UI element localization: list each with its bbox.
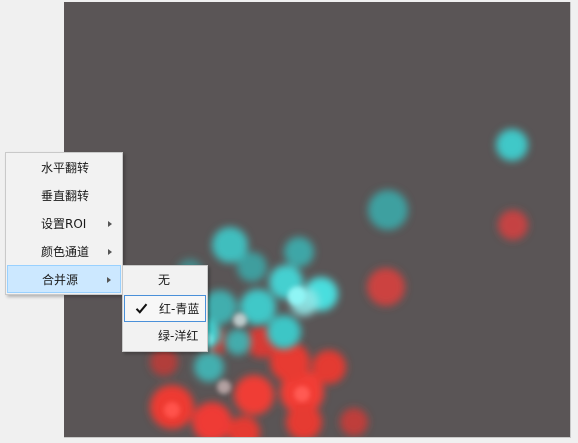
submenu-item-label: 红-青蓝 xyxy=(159,302,200,316)
menu-item-label: 合并源 xyxy=(42,273,79,287)
menu-item-label: 垂直翻转 xyxy=(41,189,90,203)
submenu-item-red-cyan[interactable]: 红-青蓝 xyxy=(124,295,206,322)
context-menu: 水平翻转 垂直翻转 设置ROI 颜色通道 合并源 xyxy=(5,152,123,295)
submenu-item-label: 无 xyxy=(158,273,171,287)
app-window: 水平翻转 垂直翻转 设置ROI 颜色通道 合并源 无 红-青蓝 绿-洋红 xyxy=(0,0,578,443)
menu-item-flip-horizontal[interactable]: 水平翻转 xyxy=(7,154,121,182)
submenu-arrow-icon xyxy=(108,249,112,255)
merge-source-submenu: 无 红-青蓝 绿-洋红 xyxy=(122,265,208,352)
menu-item-flip-vertical[interactable]: 垂直翻转 xyxy=(7,182,121,210)
submenu-item-green-magenta[interactable]: 绿-洋红 xyxy=(124,323,206,350)
menu-item-merge-source[interactable]: 合并源 xyxy=(7,265,121,293)
menu-item-label: 颜色通道 xyxy=(41,245,90,259)
submenu-arrow-icon xyxy=(107,277,111,283)
menu-item-set-roi[interactable]: 设置ROI xyxy=(7,210,121,238)
menu-item-label: 设置ROI xyxy=(41,217,87,231)
checkmark-icon xyxy=(135,303,148,314)
merged-image xyxy=(64,2,570,437)
submenu-item-none[interactable]: 无 xyxy=(124,267,206,294)
menu-item-label: 水平翻转 xyxy=(41,161,90,175)
menu-item-color-channel[interactable]: 颜色通道 xyxy=(7,238,121,266)
image-canvas[interactable] xyxy=(64,2,571,438)
submenu-item-label: 绿-洋红 xyxy=(158,329,199,343)
submenu-arrow-icon xyxy=(108,221,112,227)
